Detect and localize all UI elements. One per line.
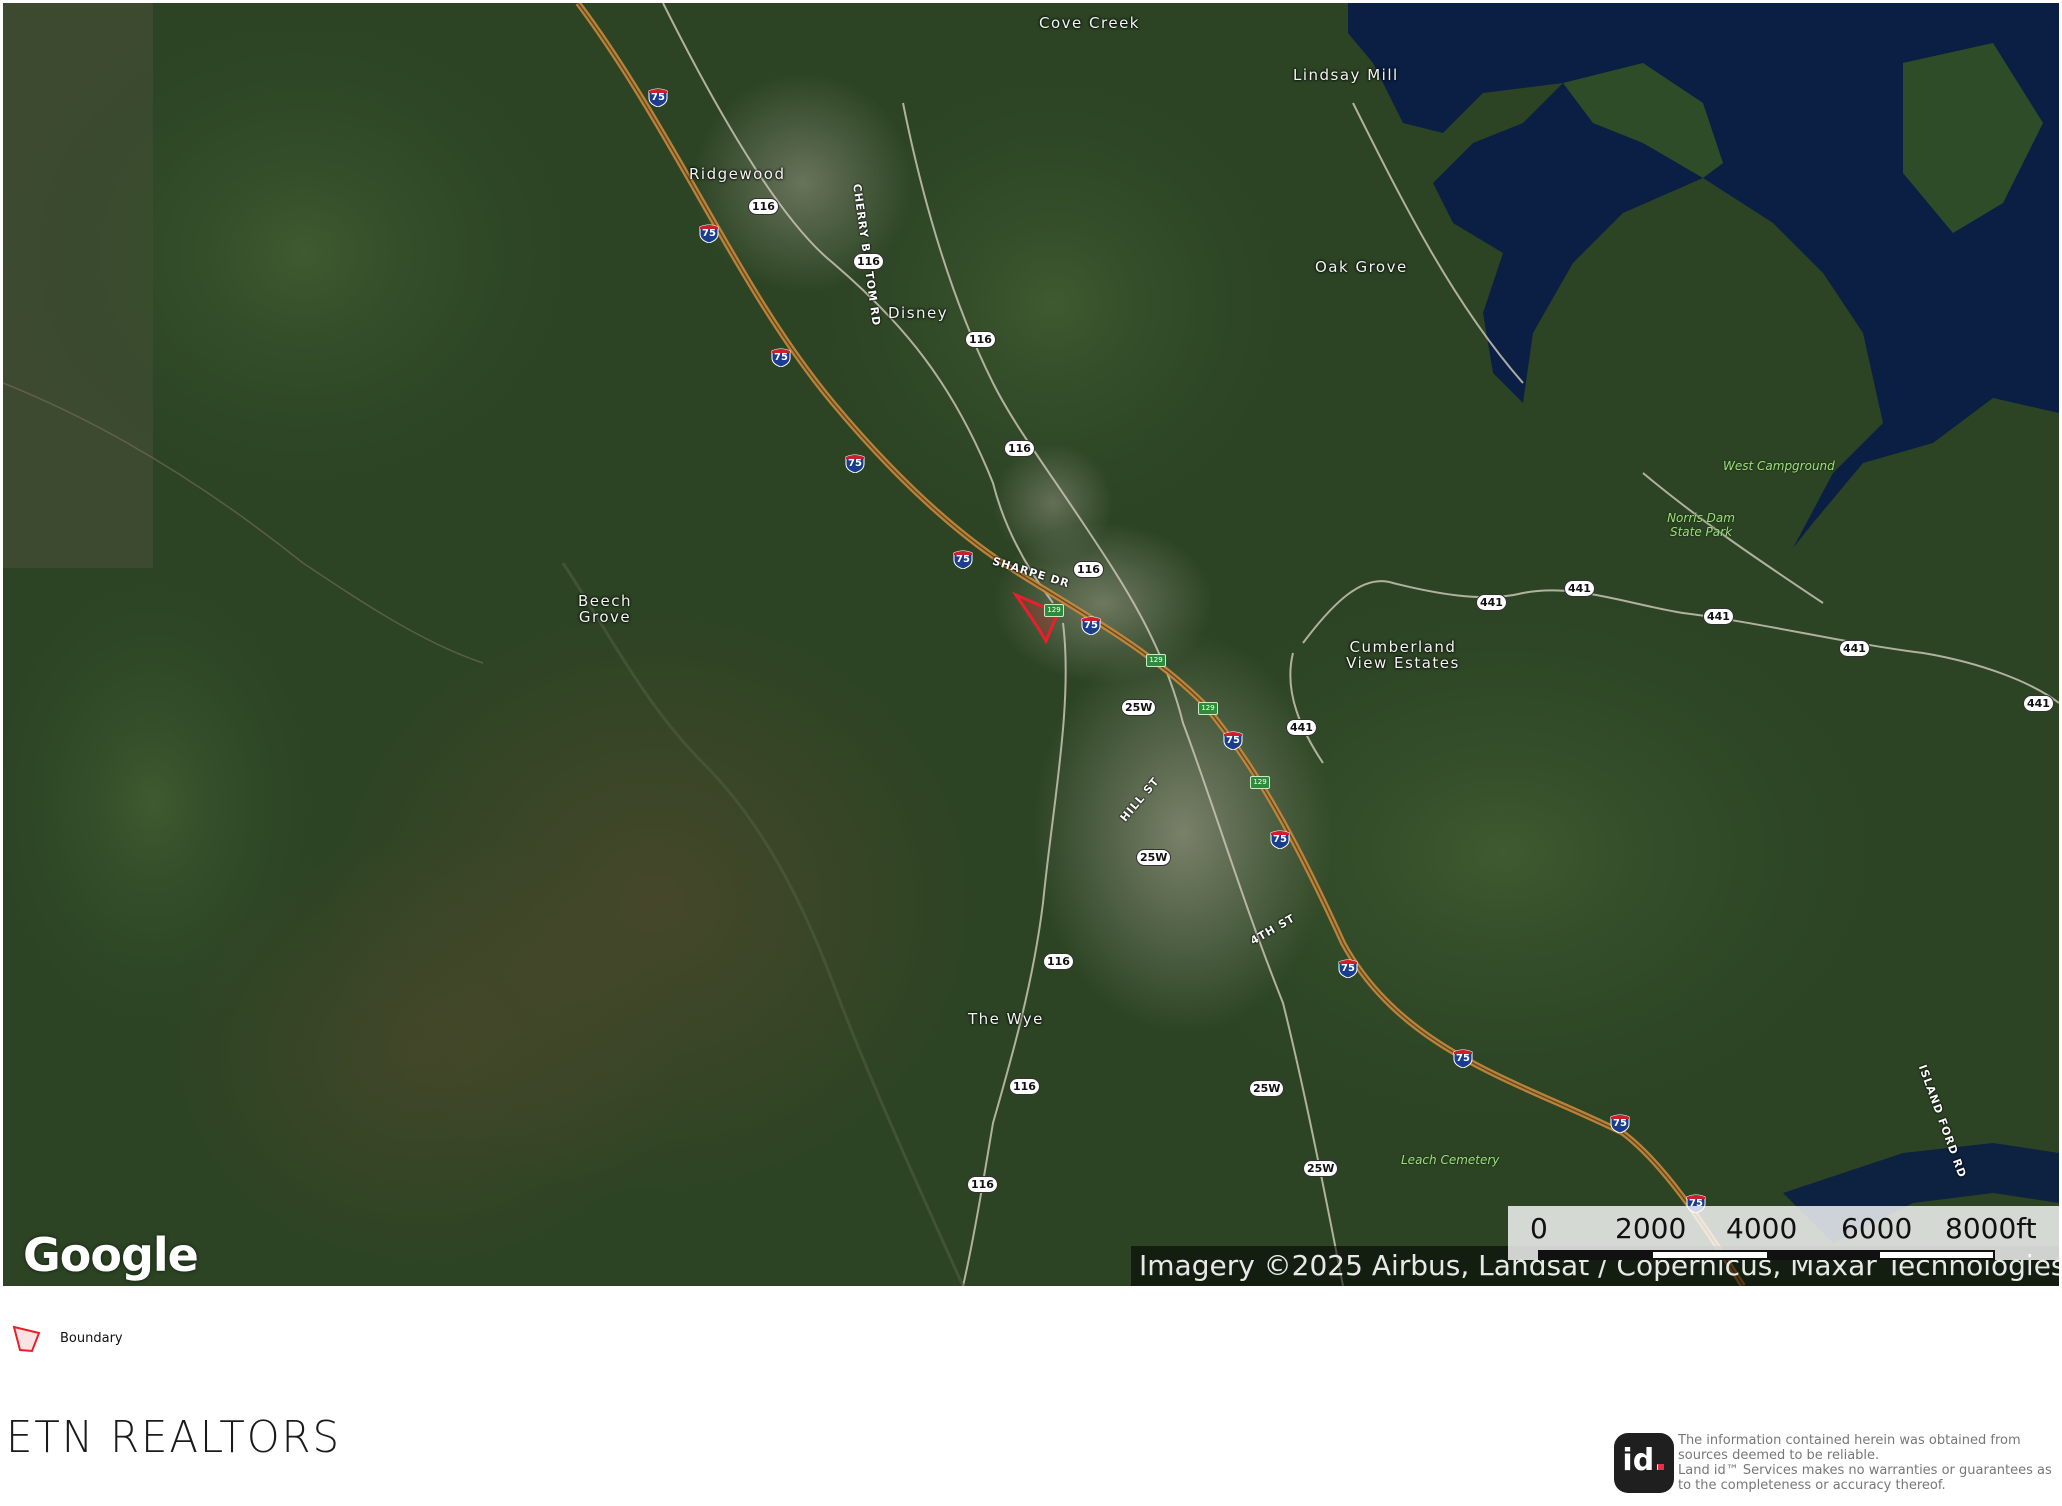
google-logo: Google xyxy=(23,1228,199,1282)
state-route-shield-icon: 129 xyxy=(1146,654,1166,667)
route-shield-icon: 116 xyxy=(853,253,884,270)
route-shield-icon: 441 xyxy=(2023,695,2054,712)
route-shield-icon: 116 xyxy=(965,331,996,348)
place-label: Disney xyxy=(888,304,949,322)
satellite-map[interactable]: Cove Creek Lindsay Mill Ridgewood Disney… xyxy=(3,3,2059,1286)
legend-label: Boundary xyxy=(60,1330,123,1346)
interstate-shield-icon: 75 xyxy=(699,223,719,243)
route-shield-icon: 116 xyxy=(1004,440,1035,457)
boundary-polygon-icon xyxy=(12,1325,41,1353)
map-legend: Boundary xyxy=(12,1322,123,1354)
park-label: Leach Cemetery xyxy=(1401,1153,1500,1167)
interstate-shield-icon: 75 xyxy=(845,453,865,473)
scale-tick-label: 0 xyxy=(1530,1212,1548,1245)
scale-tick-label: 8000ft xyxy=(1945,1212,2037,1245)
route-shield-icon: 441 xyxy=(1564,580,1595,597)
route-shield-icon: 441 xyxy=(1703,608,1734,625)
park-label: West Campground xyxy=(1723,459,1835,473)
interstate-shield-icon: 75 xyxy=(1610,1113,1630,1133)
interstate-shield-icon: 75 xyxy=(953,549,973,569)
route-shield-icon: 25W xyxy=(1136,849,1172,866)
place-label: Oak Grove xyxy=(1315,258,1408,276)
scale-tick-label: 6000 xyxy=(1841,1212,1913,1245)
route-shield-icon: 441 xyxy=(1476,594,1507,611)
state-route-shield-icon: 129 xyxy=(1250,776,1270,789)
scale-bar-segments xyxy=(1538,1250,1995,1260)
place-label: Cumberland View Estates xyxy=(1346,638,1460,672)
route-shield-icon: 116 xyxy=(967,1176,998,1193)
place-label: Ridgewood xyxy=(689,165,786,183)
interstate-shield-icon: 75 xyxy=(771,347,791,367)
route-shield-icon: 441 xyxy=(1286,719,1317,736)
route-shield-icon: 441 xyxy=(1839,640,1870,657)
route-shield-icon: 25W xyxy=(1303,1160,1339,1177)
route-shield-icon: 25W xyxy=(1249,1080,1285,1097)
scale-bar: 0 2000 4000 6000 8000ft xyxy=(1508,1206,2059,1260)
route-shield-icon: 25W xyxy=(1121,699,1157,716)
place-label: Cove Creek xyxy=(1039,14,1140,32)
interstate-shield-icon: 75 xyxy=(648,87,668,107)
interstate-shield-icon: 75 xyxy=(1270,829,1290,849)
scale-tick-label: 2000 xyxy=(1615,1212,1687,1245)
state-route-shield-icon: 129 xyxy=(1044,604,1064,617)
disclaimer-text: The information contained herein was obt… xyxy=(1678,1433,2052,1493)
interstate-shield-icon: 75 xyxy=(1223,730,1243,750)
route-shield-icon: 116 xyxy=(1073,561,1104,578)
place-label: Lindsay Mill xyxy=(1293,66,1399,84)
brand-logo: ETN REALTORS xyxy=(6,1412,341,1463)
place-label: Beech Grove xyxy=(577,592,632,626)
park-label: Norris Dam State Park xyxy=(1667,511,1735,539)
land-id-logo: id. xyxy=(1614,1433,1674,1493)
scale-tick-label: 4000 xyxy=(1726,1212,1798,1245)
route-shield-icon: 116 xyxy=(1009,1078,1040,1095)
route-shield-icon: 116 xyxy=(1043,953,1074,970)
place-label: The Wye xyxy=(968,1010,1044,1028)
interstate-shield-icon: 75 xyxy=(1453,1048,1473,1068)
route-shield-icon: 116 xyxy=(748,198,779,215)
state-route-shield-icon: 129 xyxy=(1198,702,1218,715)
disclaimer-block: id. The information contained herein was… xyxy=(1614,1433,2058,1493)
interstate-shield-icon: 75 xyxy=(1081,615,1101,635)
interstate-shield-icon: 75 xyxy=(1338,958,1358,978)
